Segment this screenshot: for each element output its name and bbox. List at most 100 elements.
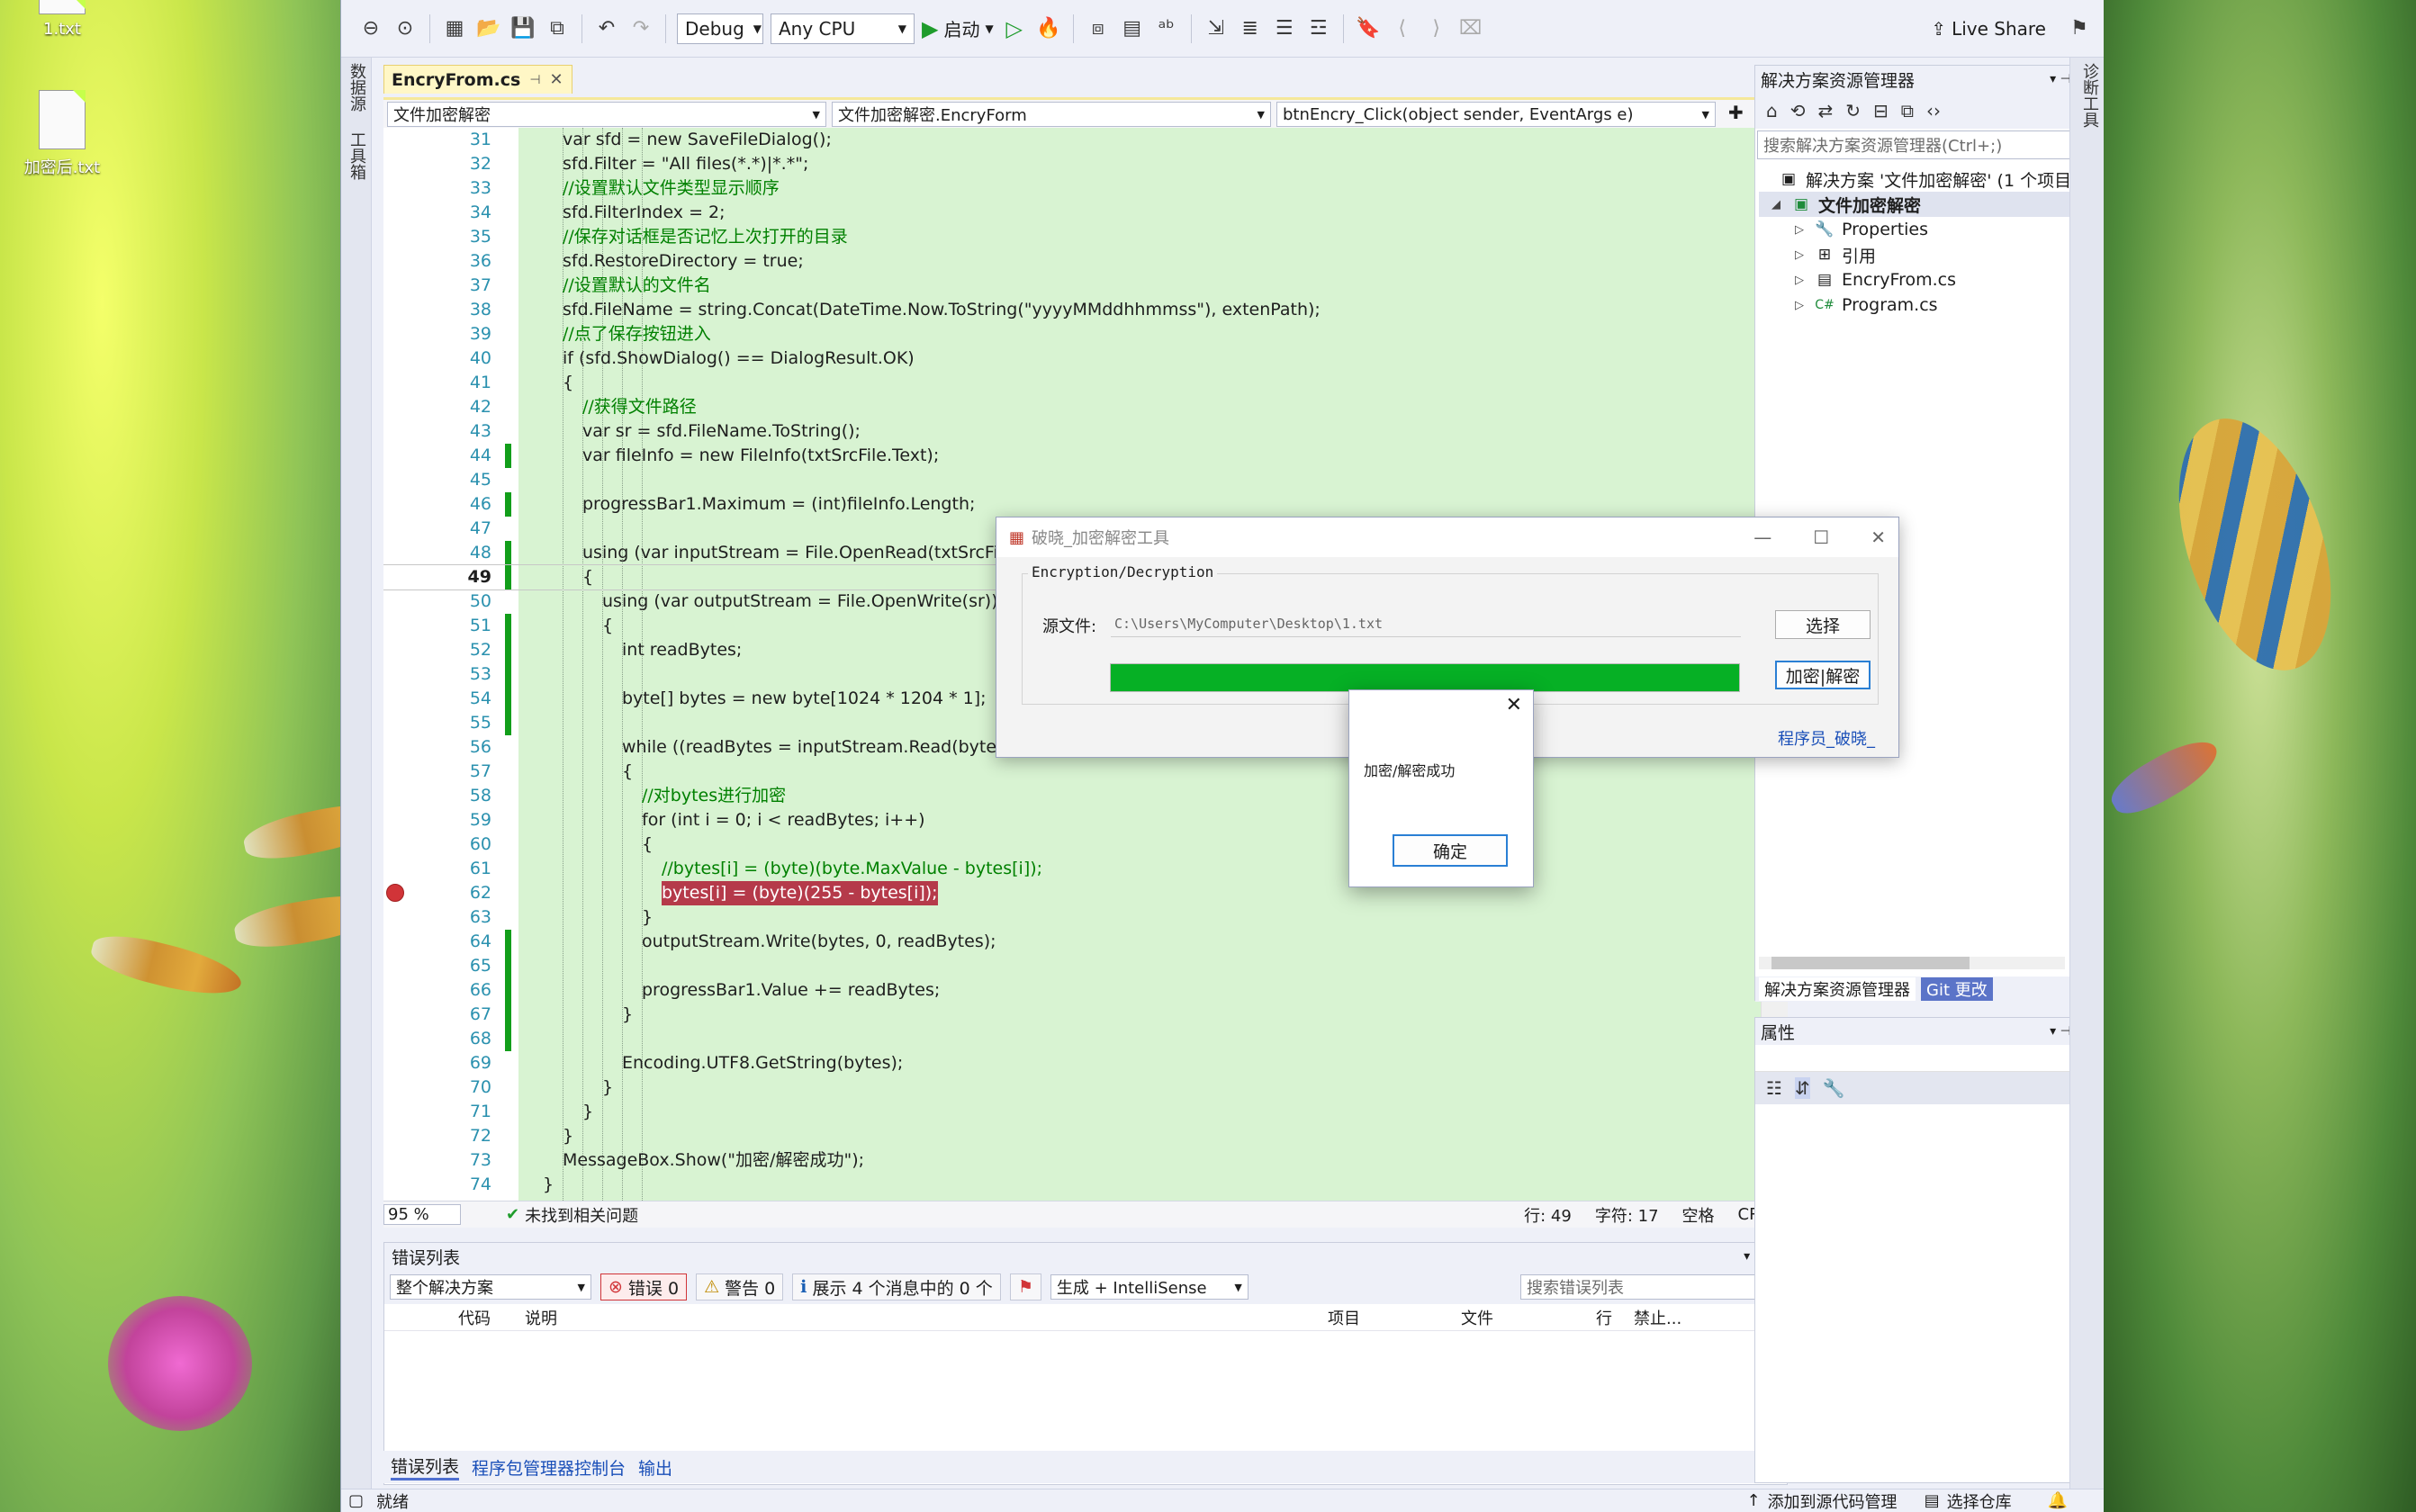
close-icon[interactable]: ✕: [1506, 694, 1522, 716]
code-line[interactable]: 35 //保存对话框是否记忆上次打开的目录: [383, 225, 1752, 249]
build-source-select[interactable]: 生成 + IntelliSense ▼: [1050, 1274, 1249, 1300]
code-line[interactable]: 61 //bytes[i] = (byte)(byte.MaxValue - by…: [383, 857, 1752, 881]
code-line[interactable]: 31 var sfd = new SaveFileDialog();: [383, 128, 1752, 152]
tree-item-encryfrom[interactable]: ▷ ▤ EncryFrom.cs: [1759, 267, 2087, 292]
code-line[interactable]: 68: [383, 1027, 1752, 1051]
split-editor-icon[interactable]: ✚: [1721, 102, 1751, 126]
code-line[interactable]: 44 var fileInfo = new FileInfo(txtSrcFile…: [383, 444, 1752, 468]
code-line[interactable]: 69 Encoding.UTF8.GetString(bytes);: [383, 1051, 1752, 1076]
close-icon[interactable]: ✕: [1871, 526, 1886, 548]
format-icon[interactable]: ≣: [1237, 15, 1264, 42]
new-project-icon[interactable]: ▦: [441, 15, 468, 42]
col-suppression[interactable]: 禁止...: [1634, 1306, 1706, 1329]
col-code[interactable]: 代码: [458, 1306, 525, 1329]
select-repository[interactable]: 选择仓库: [1947, 1490, 2012, 1512]
tab-solution-explorer[interactable]: 解决方案资源管理器: [1759, 977, 1916, 1001]
save-icon[interactable]: 💾: [509, 15, 536, 42]
code-line[interactable]: 64 outputStream.Write(bytes, 0, readBytes…: [383, 930, 1752, 954]
zoom-select[interactable]: 95 %: [383, 1204, 461, 1225]
tab-output[interactable]: 输出: [638, 1455, 672, 1480]
open-folder-icon[interactable]: 📂: [475, 15, 502, 42]
categorized-icon[interactable]: ☷: [1766, 1077, 1782, 1099]
uncomment-icon[interactable]: ☲: [1305, 15, 1332, 42]
col-project[interactable]: 项目: [1328, 1306, 1461, 1329]
undo-icon[interactable]: ↶: [593, 15, 620, 42]
code-line[interactable]: 36 sfd.RestoreDirectory = true;: [383, 249, 1752, 274]
collapse-icon[interactable]: ⊟: [1873, 100, 1889, 122]
forward-icon[interactable]: ⊙: [392, 15, 419, 42]
prev-bookmark-icon[interactable]: ⟨: [1389, 15, 1416, 42]
browser-link-icon[interactable]: ⧈: [1085, 15, 1112, 42]
hot-reload-icon[interactable]: 🔥: [1035, 15, 1062, 42]
code-line[interactable]: 73 MessageBox.Show("加密/解密成功");: [383, 1148, 1752, 1173]
code-line[interactable]: 65: [383, 954, 1752, 978]
browse-button[interactable]: 选择: [1775, 610, 1871, 639]
close-icon[interactable]: ✕: [550, 70, 563, 89]
show-all-icon[interactable]: ⧉: [1901, 100, 1914, 122]
code-line[interactable]: 70}: [383, 1076, 1752, 1100]
tab-encryfrom-cs[interactable]: EncryFrom.cs ⊣ ✕: [383, 65, 572, 94]
indent-mode[interactable]: 空格: [1682, 1203, 1715, 1227]
code-line[interactable]: 45: [383, 468, 1752, 492]
code-line[interactable]: 42 //获得文件路径: [383, 395, 1752, 419]
scope-select[interactable]: 整个解决方案 ▼: [390, 1274, 591, 1300]
solution-h-scrollbar[interactable]: [1759, 957, 2065, 969]
code-line[interactable]: 58 //对bytes进行加密: [383, 784, 1752, 808]
alphabetical-icon[interactable]: ⇵: [1794, 1077, 1810, 1099]
save-all-icon[interactable]: ⧉: [544, 15, 571, 42]
live-share-button[interactable]: ⇪ Live Share: [1931, 18, 2046, 40]
nav-class-select[interactable]: 文件加密解密.EncryForm ▼: [832, 102, 1271, 127]
code-line[interactable]: 46 progressBar1.Maximum = (int)fileInfo.L…: [383, 492, 1752, 517]
solution-search-input[interactable]: 搜索解决方案资源管理器(Ctrl+;) ⌕: [1757, 130, 2089, 159]
data-sources-tab[interactable]: 数据源: [345, 63, 368, 112]
code-line[interactable]: 32 sfd.Filter = "All files(*.*)|*.*";: [383, 152, 1752, 176]
property-pages-icon[interactable]: 🔧: [1823, 1077, 1845, 1099]
author-link[interactable]: 程序员_破晓_: [1778, 726, 1875, 750]
desktop-file-icon[interactable]: 1.txt: [4, 0, 121, 39]
layout-icon[interactable]: ▤: [1119, 15, 1146, 42]
code-line[interactable]: 34 sfd.FilterIndex = 2;: [383, 201, 1752, 225]
breakpoint-icon[interactable]: [386, 884, 404, 902]
code-line[interactable]: 43 var sr = sfd.FileName.ToString();: [383, 419, 1752, 444]
clear-bookmarks-icon[interactable]: ⌧: [1457, 15, 1484, 42]
code-line[interactable]: 33 //设置默认文件类型显示顺序: [383, 176, 1752, 201]
tree-item-properties[interactable]: ▷ 🔧 Properties: [1759, 217, 2087, 242]
error-search-input[interactable]: 搜索错误列表⌕: [1520, 1274, 1781, 1300]
add-source-control[interactable]: 添加到源代码管理: [1768, 1490, 1898, 1512]
col-line[interactable]: 行: [1596, 1306, 1634, 1329]
code-line[interactable]: 60 {: [383, 832, 1752, 857]
home-icon[interactable]: ⌂: [1766, 100, 1778, 122]
start-without-debug-icon[interactable]: ▷: [1001, 15, 1028, 42]
code-line[interactable]: 71}: [383, 1100, 1752, 1124]
platform-select[interactable]: Any CPU ▼: [771, 13, 915, 44]
tree-solution-root[interactable]: ▣ 解决方案 '文件加密解密' (1 个项目,: [1759, 166, 2087, 192]
nav-member-select[interactable]: btnEncry_Click(object sender, EventArgs …: [1276, 102, 1716, 127]
code-line[interactable]: 59 for (int i = 0; i < readBytes; i++): [383, 808, 1752, 832]
desktop-file-icon[interactable]: 加密后.txt: [4, 90, 121, 178]
properties-object-select[interactable]: ▼: [1755, 1045, 2091, 1072]
next-bookmark-icon[interactable]: ⟩: [1423, 15, 1450, 42]
tree-project[interactable]: ◢ ▣ 文件加密解密: [1759, 192, 2087, 217]
col-file[interactable]: 文件: [1461, 1306, 1596, 1329]
code-line[interactable]: 66 progressBar1.Value += readBytes;: [383, 978, 1752, 1003]
code-line[interactable]: 72}: [383, 1124, 1752, 1148]
sync-icon[interactable]: ⇄: [1817, 100, 1833, 122]
configuration-select[interactable]: Debug ▼: [677, 13, 763, 44]
source-file-input[interactable]: C:\Users\MyComputer\Desktop\1.txt: [1111, 610, 1741, 637]
comment-icon[interactable]: ☰: [1271, 15, 1298, 42]
code-line[interactable]: 38 sfd.FileName = string.Concat(DateTime.…: [383, 298, 1752, 322]
encrypt-decrypt-button[interactable]: 加密|解密: [1775, 661, 1871, 689]
tree-item-program[interactable]: ▷ C# Program.cs: [1759, 292, 2087, 318]
code-line[interactable]: 63}: [383, 905, 1752, 930]
messages-filter[interactable]: ℹ 展示 4 个消息中的 0 个: [792, 1274, 1001, 1300]
back-icon[interactable]: ⊖: [357, 15, 384, 42]
diagnostic-tools-tab[interactable]: 诊断工具: [2078, 63, 2101, 128]
code-line[interactable]: 41 {: [383, 371, 1752, 395]
code-line[interactable]: 67}: [383, 1003, 1752, 1027]
tab-git-changes[interactable]: Git 更改: [1921, 977, 1993, 1001]
refresh-icon[interactable]: ↻: [1845, 100, 1861, 122]
feedback-icon[interactable]: ⚑: [2066, 15, 2093, 42]
nav-project-select[interactable]: 文件加密解密 ▼: [387, 102, 826, 127]
issues-status[interactable]: 未找到相关问题: [525, 1203, 638, 1227]
code-line[interactable]: 62 bytes[i] = (byte)(255 - bytes[i]);: [383, 881, 1752, 905]
